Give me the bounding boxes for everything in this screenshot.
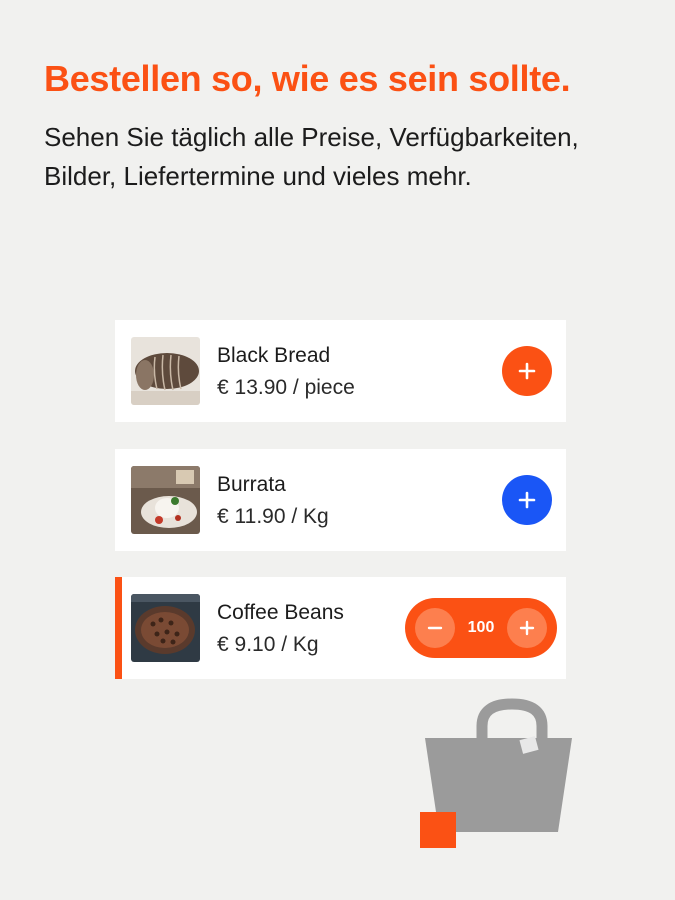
product-card-coffee-beans: Coffee Beans € 9.10 / Kg 100 (115, 577, 566, 679)
selected-indicator (115, 577, 122, 679)
decrease-button[interactable] (415, 608, 455, 648)
add-to-cart-button[interactable] (502, 475, 552, 525)
plus-icon (519, 620, 535, 636)
product-price: € 9.10 / Kg (217, 633, 319, 656)
product-price: € 11.90 / Kg (217, 505, 329, 528)
plus-icon (518, 491, 536, 509)
coffee-beans-image (131, 594, 200, 662)
product-card-burrata: Burrata € 11.90 / Kg (115, 449, 566, 551)
burrata-image (131, 466, 200, 534)
product-name: Coffee Beans (217, 601, 344, 624)
plus-icon (518, 362, 536, 380)
product-name: Burrata (217, 473, 286, 496)
product-name: Black Bread (217, 344, 331, 367)
quantity-value: 100 (467, 619, 495, 636)
subline: Sehen Sie täglich alle Preise, Verfügbar… (44, 122, 579, 191)
add-to-cart-button[interactable] (502, 346, 552, 396)
product-price: € 13.90 / piece (217, 376, 355, 399)
shopping-bag-icon (420, 698, 575, 848)
minus-icon (427, 626, 443, 630)
quantity-stepper: 100 (405, 598, 557, 658)
product-card-black-bread: Black Bread € 13.90 / piece (115, 320, 566, 422)
headline: Bestellen so, wie es sein sollte. (44, 58, 571, 99)
increase-button[interactable] (506, 608, 547, 648)
bread-image (131, 337, 200, 405)
